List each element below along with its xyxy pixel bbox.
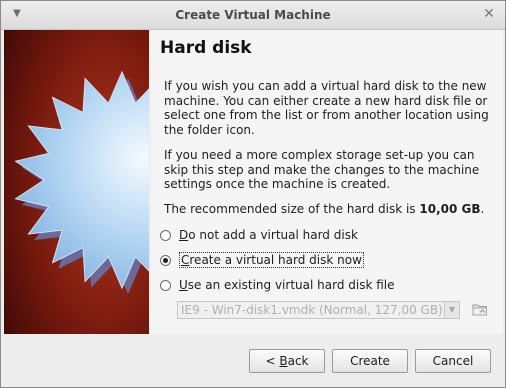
existing-disk-select[interactable]: IE9 - Win7-disk1.vmdk (Normal, 127,00 GB… [177, 301, 460, 319]
folder-icon[interactable] [471, 300, 489, 318]
existing-disk-option[interactable]: Use an existing virtual hard disk file [160, 276, 395, 294]
back-button[interactable]: < Back [249, 349, 325, 373]
existing-disk-radio[interactable] [160, 279, 171, 291]
page-content: Hard disk If you wish you can add a virt… [151, 30, 503, 334]
recommended-size-text: The recommended size of the hard disk is… [164, 202, 494, 217]
existing-disk-label[interactable]: Use an existing virtual hard disk file [179, 278, 395, 292]
intro-text: If you wish you can add a virtual hard d… [164, 79, 489, 137]
no-disk-label-text: o not add a virtual hard disk [188, 228, 358, 242]
create-vm-dialog: ▼ Create Virtual Machine ✕ Hard disk If … [0, 0, 506, 388]
existing-disk-label-text: se an existing virtual hard disk file [187, 278, 395, 292]
page-title: Hard disk [160, 38, 252, 58]
no-disk-radio[interactable] [160, 229, 171, 241]
create-button[interactable]: Create [332, 349, 408, 373]
wizard-banner-image [4, 30, 149, 334]
button-bar: < Back Create Cancel [1, 335, 505, 387]
cancel-button[interactable]: Cancel [415, 349, 491, 373]
no-disk-option[interactable]: Do not add a virtual hard disk [160, 226, 358, 244]
close-icon[interactable]: ✕ [481, 6, 497, 22]
create-disk-radio[interactable] [160, 254, 171, 266]
create-disk-label-text: reate a virtual hard disk now [189, 253, 362, 267]
no-disk-label[interactable]: Do not add a virtual hard disk [179, 228, 358, 242]
recommended-size-value: 10,00 GB [419, 202, 481, 216]
back-button-label: ack [287, 354, 309, 368]
recommended-size-suffix: . [480, 202, 485, 216]
back-button-mnemonic: B [279, 354, 288, 368]
no-disk-mnemonic: D [179, 228, 189, 242]
back-button-prefix: < [265, 354, 280, 368]
window-title: Create Virtual Machine [175, 8, 331, 22]
chevron-down-icon[interactable]: ▼ [444, 302, 459, 318]
star-burst-icon [4, 30, 149, 334]
title-bar[interactable]: ▼ Create Virtual Machine ✕ [1, 1, 505, 30]
storage-hint-text: If you need a more complex storage set-u… [164, 148, 480, 191]
create-disk-option[interactable]: Create a virtual hard disk now [160, 251, 364, 269]
existing-disk-select-value: IE9 - Win7-disk1.vmdk (Normal, 127,00 GB… [181, 303, 443, 317]
existing-disk-mnemonic: U [179, 278, 188, 292]
create-disk-label[interactable]: Create a virtual hard disk now [179, 252, 364, 268]
recommended-size-prefix: The recommended size of the hard disk is [164, 202, 420, 216]
